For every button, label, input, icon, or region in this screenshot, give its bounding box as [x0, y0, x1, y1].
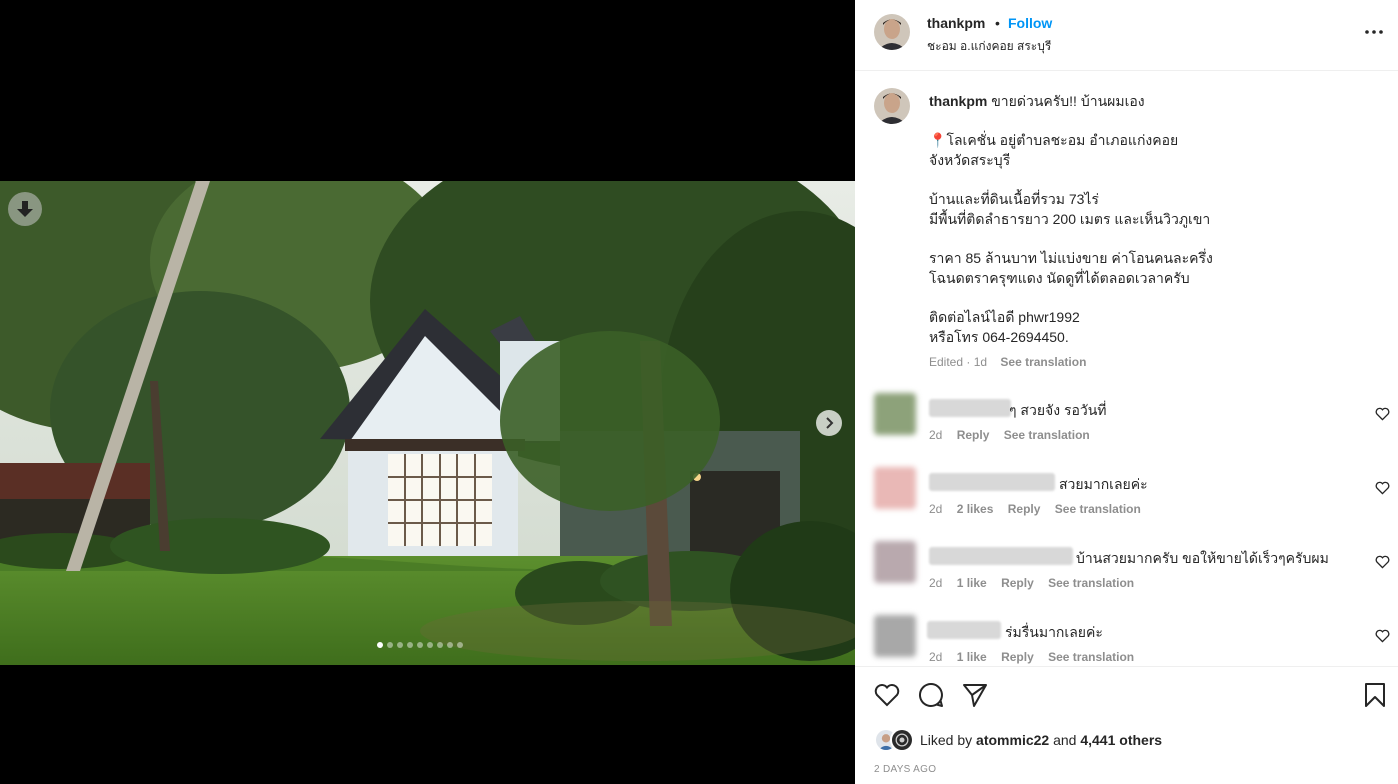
comment-avatar[interactable]	[874, 541, 916, 583]
post-username[interactable]: thankpm	[927, 15, 985, 31]
comment-time: 2d	[929, 502, 943, 516]
caption-username[interactable]: thankpm	[929, 93, 987, 109]
heart-icon[interactable]	[1375, 629, 1390, 643]
comment-avatar[interactable]	[874, 615, 916, 657]
carousel-dot	[437, 642, 443, 648]
comment-item: สวยมากเลยค่ะ 2d 2 likes Reply See transl…	[855, 467, 1398, 537]
arrow-down-icon	[17, 201, 33, 217]
carousel-dot	[397, 642, 403, 648]
post-photo[interactable]	[0, 181, 855, 665]
caption-line: จังหวัดสระบุรี	[929, 152, 1011, 168]
caption-avatar[interactable]	[874, 88, 910, 124]
heart-icon[interactable]	[1375, 407, 1390, 421]
carousel-dot	[447, 642, 453, 648]
comment-meta: 2d Reply See translation	[929, 428, 1101, 442]
comment-item: บ้านสวยมากครับ ขอให้ขายได้เร็วๆครับผม 2d…	[855, 541, 1398, 611]
carousel-next-button[interactable]	[816, 410, 842, 436]
carousel-dot	[417, 642, 423, 648]
comment-meta: 2d 1 like Reply See translation	[929, 576, 1145, 590]
separator-dot: •	[995, 15, 1000, 31]
liked-by-user[interactable]: atommic22	[976, 732, 1049, 748]
comment-avatar[interactable]	[874, 467, 916, 509]
comment-time: 2d	[929, 576, 943, 590]
carousel-dot	[457, 642, 463, 648]
caption-meta: Edited · 1d See translation	[929, 355, 1086, 369]
post-location[interactable]: ชะอม อ.แก่งคอย สระบุรี	[927, 37, 1051, 56]
comment-text: ๆ สวยจัง รอวันที่	[1009, 402, 1107, 418]
caption-line: โฉนดตราครุฑแดง นัดดูที่ได้ตลอดเวลาครับ	[929, 270, 1190, 286]
post-timestamp[interactable]: 2 DAYS AGO	[874, 764, 936, 775]
reply-button[interactable]: Reply	[1001, 650, 1034, 664]
see-translation-button[interactable]: See translation	[1000, 355, 1086, 369]
caption-line: มีพื้นที่ติดลำธารยาว 200 เมตร และเห็นวิว…	[929, 211, 1211, 227]
carousel-dot	[427, 642, 433, 648]
bookmark-icon[interactable]	[1361, 681, 1389, 709]
comment-meta: 2d 1 like Reply See translation	[929, 650, 1145, 664]
post-header: thankpm • Follow ชะอม อ.แก่งคอย สระบุรี	[855, 0, 1398, 71]
comment-time: 2d	[929, 650, 943, 664]
carousel-dot	[387, 642, 393, 648]
see-translation-button[interactable]: See translation	[1004, 428, 1090, 442]
comment-time: 2d	[929, 428, 943, 442]
comment-likes[interactable]: 2 likes	[957, 502, 994, 516]
follow-button[interactable]: Follow	[1008, 15, 1052, 31]
carousel-dot	[407, 642, 413, 648]
post-side-panel: thankpm • Follow ชะอม อ.แก่งคอย สระบุรี …	[855, 0, 1398, 784]
comment-item: ร่มรื่นมากเลยค่ะ 2d 1 like Reply See tra…	[855, 615, 1398, 666]
heart-icon[interactable]	[1375, 481, 1390, 495]
comment-text: สวยมากเลยค่ะ	[1059, 476, 1148, 492]
caption-line: ติดต่อไลน์ไอดี phwr1992	[929, 309, 1080, 325]
reply-button[interactable]: Reply	[1008, 502, 1041, 516]
see-translation-button[interactable]: See translation	[1055, 502, 1141, 516]
comment-likes[interactable]: 1 like	[957, 576, 987, 590]
download-button[interactable]	[8, 192, 42, 226]
heart-icon[interactable]	[1375, 555, 1390, 569]
likes-summary: Liked by atommic22 and 4,441 others	[920, 732, 1162, 748]
post-actions: Liked by atommic22 and 4,441 others 2 DA…	[855, 666, 1398, 784]
carousel-dot	[377, 642, 383, 648]
blurred-username	[927, 621, 1001, 639]
blurred-username	[929, 547, 1073, 565]
avatar[interactable]	[874, 14, 910, 50]
send-icon[interactable]	[961, 681, 989, 709]
house-photo-illustration	[0, 181, 855, 665]
comment-meta: 2d 2 likes Reply See translation	[929, 502, 1152, 516]
caption-edited: Edited · 1d	[929, 355, 988, 369]
liked-by-prefix: Liked by	[920, 732, 973, 748]
caption-line: ราคา 85 ล้านบาท ไม่แบ่งขาย ค่าโอนคนละครึ…	[929, 250, 1213, 266]
comment-likes[interactable]: 1 like	[957, 650, 987, 664]
caption-line: บ้านและที่ดินเนื้อที่รวม 73ไร่	[929, 191, 1099, 207]
comments-section[interactable]: thankpm ขายด่วนครับ!! บ้านผมเอง 📍โลเคชั่…	[855, 71, 1398, 666]
comment-avatar[interactable]	[874, 393, 916, 435]
blurred-username	[929, 399, 1011, 417]
media-panel	[0, 0, 855, 784]
carousel-indicator	[377, 642, 463, 648]
see-translation-button[interactable]: See translation	[1048, 650, 1134, 664]
more-horizontal-icon[interactable]	[1362, 22, 1386, 42]
chevron-right-icon	[826, 417, 834, 429]
see-translation-button[interactable]: See translation	[1048, 576, 1134, 590]
blurred-username	[929, 473, 1055, 491]
comment-item: ๆ สวยจัง รอวันที่ 2d Reply See translati…	[855, 393, 1398, 463]
comment-text: ร่มรื่นมากเลยค่ะ	[1005, 624, 1103, 640]
comment-text: บ้านสวยมากครับ ขอให้ขายได้เร็วๆครับผม	[1076, 550, 1329, 566]
reply-button[interactable]: Reply	[957, 428, 990, 442]
liker-avatar[interactable]	[890, 728, 914, 752]
comment-icon[interactable]	[917, 681, 945, 709]
heart-icon[interactable]	[873, 681, 901, 709]
pin-icon: 📍	[929, 132, 947, 148]
post-caption: thankpm ขายด่วนครับ!! บ้านผมเอง 📍โลเคชั่…	[929, 91, 1369, 347]
caption-line: หรือโทร 064-2694450.	[929, 329, 1069, 345]
caption-first-line: ขายด่วนครับ!! บ้านผมเอง	[991, 93, 1145, 109]
reply-button[interactable]: Reply	[1001, 576, 1034, 590]
caption-line: โลเคชั่น อยู่ตำบลชะอม อำเภอแก่งคอย	[946, 132, 1179, 148]
and-word: and	[1053, 732, 1077, 748]
likes-others[interactable]: 4,441 others	[1080, 732, 1162, 748]
